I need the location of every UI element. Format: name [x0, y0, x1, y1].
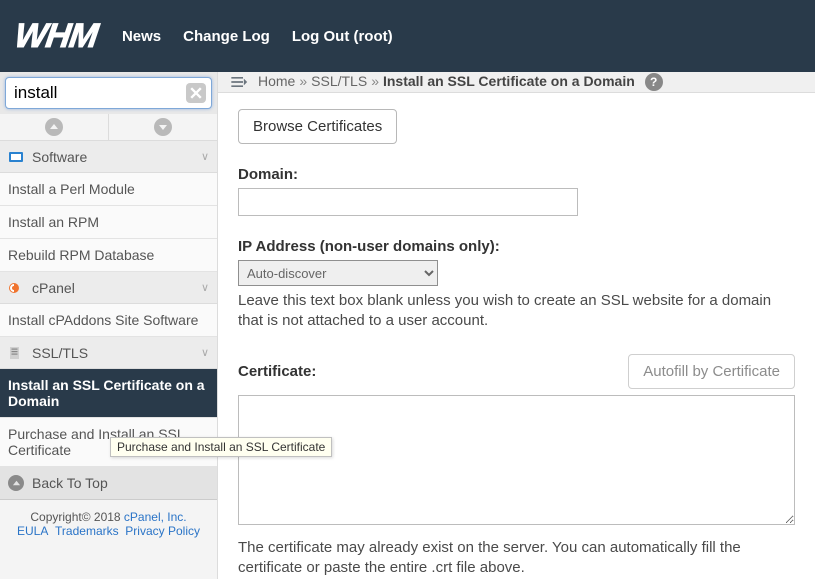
- sidebar-item-rebuild-rpm[interactable]: Rebuild RPM Database: [0, 239, 217, 272]
- back-to-top[interactable]: Back To Top: [0, 467, 217, 500]
- ip-select[interactable]: Auto-discover: [238, 260, 438, 286]
- cpanel-icon: [8, 280, 24, 296]
- domain-input[interactable]: [238, 188, 578, 216]
- domain-label: Domain:: [238, 166, 795, 183]
- certificate-textarea[interactable]: [238, 395, 795, 525]
- arrow-up-icon: [8, 475, 24, 491]
- tooltip: Purchase and Install an SSL Certificate: [110, 437, 332, 457]
- software-icon: [8, 149, 24, 165]
- trademarks-link[interactable]: Trademarks: [55, 524, 119, 538]
- top-nav: News Change Log Log Out (root): [122, 28, 393, 45]
- breadcrumb-ssl[interactable]: SSL/TLS: [311, 73, 367, 89]
- chevron-down-icon: ∨: [201, 281, 209, 294]
- breadcrumb-current: Install an SSL Certificate on a Domain: [383, 73, 635, 89]
- sidebar-toggle-icon[interactable]: [228, 72, 248, 92]
- autofill-button[interactable]: Autofill by Certificate: [628, 354, 795, 389]
- chevron-down-icon: ∨: [201, 346, 209, 359]
- collapse-all-button[interactable]: [0, 114, 109, 140]
- ip-label: IP Address (non-user domains only):: [238, 238, 795, 255]
- help-icon[interactable]: ?: [645, 73, 663, 91]
- sidebar-item-install-ssl[interactable]: Install an SSL Certificate on a Domain: [0, 369, 217, 418]
- sidebar-item-install-rpm[interactable]: Install an RPM: [0, 206, 217, 239]
- certificate-hint: The certificate may already exist on the…: [238, 538, 795, 579]
- cpanel-link[interactable]: cPanel, Inc.: [124, 510, 187, 524]
- category-ssl[interactable]: SSL/TLS ∨: [0, 337, 217, 369]
- nav-changelog[interactable]: Change Log: [183, 28, 270, 45]
- main-panel: Home»SSL/TLS»Install an SSL Certificate …: [218, 72, 815, 579]
- breadcrumb-bar: Home»SSL/TLS»Install an SSL Certificate …: [218, 72, 815, 93]
- sidebar: Software ∨ Install a Perl Module Install…: [0, 72, 218, 579]
- sidebar-footer: Copyright© 2018 cPanel, Inc. EULA Tradem…: [0, 500, 217, 548]
- category-label: cPanel: [32, 280, 193, 296]
- back-to-top-label: Back To Top: [32, 475, 108, 491]
- ip-hint: Leave this text box blank unless you wis…: [238, 291, 795, 332]
- category-cpanel[interactable]: cPanel ∨: [0, 272, 217, 304]
- breadcrumb-home[interactable]: Home: [258, 73, 295, 89]
- category-software[interactable]: Software ∨: [0, 141, 217, 173]
- chevron-down-icon: ∨: [201, 150, 209, 163]
- nav-news[interactable]: News: [122, 28, 161, 45]
- search-input[interactable]: [5, 77, 212, 109]
- sidebar-item-cpaddons[interactable]: Install cPAddons Site Software: [0, 304, 217, 337]
- expand-all-button[interactable]: [109, 114, 217, 140]
- search-clear-icon[interactable]: [186, 83, 206, 103]
- browse-certificates-button[interactable]: Browse Certificates: [238, 109, 397, 144]
- top-bar: WHM News Change Log Log Out (root): [0, 0, 815, 72]
- copyright-text: Copyright© 2018: [30, 510, 124, 524]
- certificate-label: Certificate:: [238, 363, 316, 380]
- sidebar-item-install-perl[interactable]: Install a Perl Module: [0, 173, 217, 206]
- privacy-link[interactable]: Privacy Policy: [125, 524, 200, 538]
- nav-logout[interactable]: Log Out (root): [292, 28, 393, 45]
- eula-link[interactable]: EULA: [17, 524, 48, 538]
- category-label: Software: [32, 149, 193, 165]
- category-label: SSL/TLS: [32, 345, 193, 361]
- whm-logo: WHM: [12, 17, 99, 56]
- breadcrumb: Home»SSL/TLS»Install an SSL Certificate …: [258, 73, 663, 91]
- ssl-icon: [8, 345, 24, 361]
